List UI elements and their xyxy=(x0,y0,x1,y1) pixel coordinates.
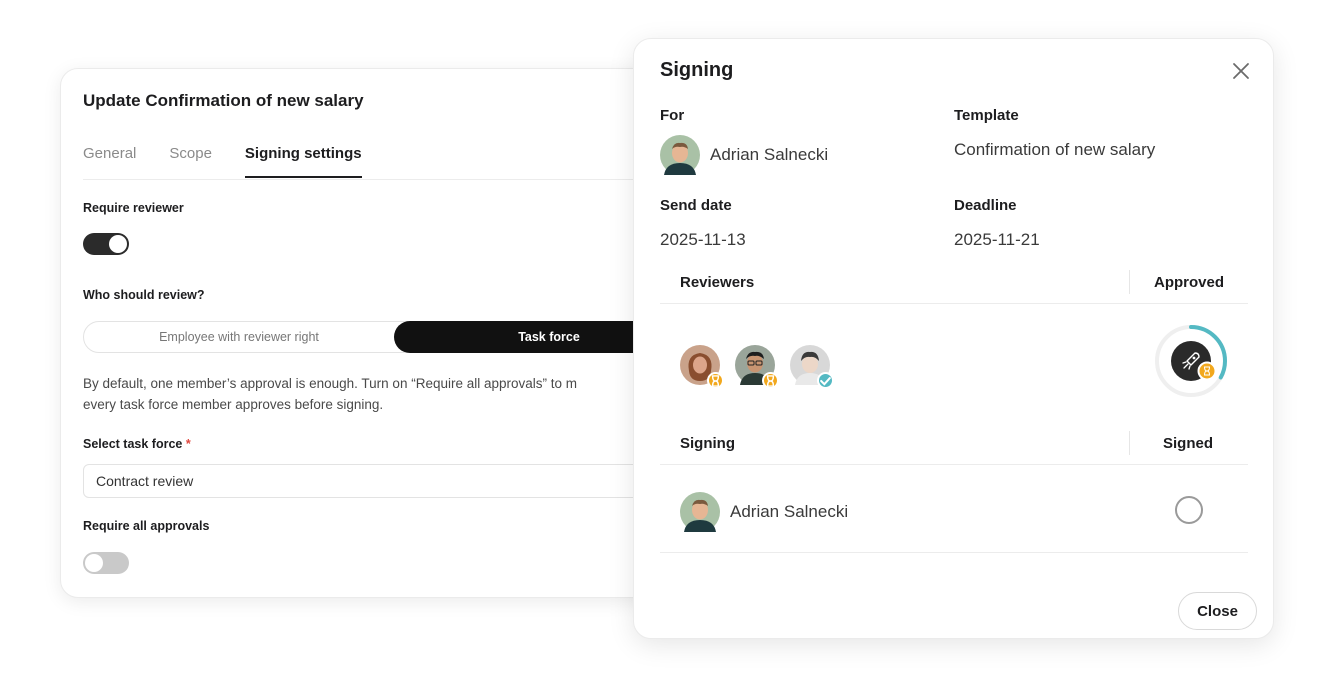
task-force-select[interactable]: Contract review xyxy=(83,464,699,498)
man-avatar-icon xyxy=(680,492,720,532)
for-person: Adrian Salnecki xyxy=(660,135,828,175)
avatar xyxy=(680,492,720,532)
reviewer-type-selector: Employee with reviewer right Task force xyxy=(83,321,699,353)
template-label: Template xyxy=(954,107,1019,124)
tab-signing-settings[interactable]: Signing settings xyxy=(244,145,362,178)
for-label: For xyxy=(660,107,685,124)
require-reviewer-toggle[interactable] xyxy=(83,233,129,255)
select-task-force-text: Select task force xyxy=(83,437,183,451)
select-task-force-label: Select task force * xyxy=(83,437,191,451)
tab-bar: General Scope Signing settings xyxy=(83,145,362,178)
close-button[interactable]: Close xyxy=(1178,592,1257,630)
reviewer-avatar[interactable] xyxy=(680,345,724,389)
man-avatar-icon xyxy=(660,135,700,175)
reviewers-header: Reviewers xyxy=(680,274,755,291)
reviewer-avatar[interactable] xyxy=(735,345,779,389)
helper-text: By default, one member’s approval is eno… xyxy=(83,373,663,415)
signed-header: Signed xyxy=(1163,435,1214,452)
task-force-value: Contract review xyxy=(96,473,194,489)
required-marker: * xyxy=(185,437,191,451)
send-date-value: 2025-11-13 xyxy=(660,230,746,249)
helper-line-1: By default, one member’s approval is eno… xyxy=(83,376,578,391)
update-settings-card: Update Confirmation of new salary Genera… xyxy=(60,68,700,598)
pending-badge-icon xyxy=(762,372,779,389)
signing-table-header: Signing Signed xyxy=(660,425,1248,465)
for-person-name: Adrian Salnecki xyxy=(710,145,829,164)
tabs-divider xyxy=(83,179,699,180)
toggle-knob xyxy=(85,554,103,572)
tab-general[interactable]: General xyxy=(83,145,136,178)
avatar xyxy=(660,135,700,175)
card-title: Update Confirmation of new salary xyxy=(83,91,364,110)
reviewers-table-header: Reviewers Approved xyxy=(660,264,1248,304)
deadline-label: Deadline xyxy=(954,197,1017,214)
approved-badge-icon xyxy=(817,372,834,389)
option-employee-reviewer[interactable]: Employee with reviewer right xyxy=(84,321,394,353)
header-separator xyxy=(1129,270,1130,294)
approved-header: Approved xyxy=(1154,274,1225,291)
toggle-knob xyxy=(109,235,127,253)
require-all-approvals-toggle[interactable] xyxy=(83,552,129,574)
signed-status-checkbox[interactable] xyxy=(1175,496,1203,524)
reviewer-avatar[interactable] xyxy=(790,345,834,389)
template-value: Confirmation of new salary xyxy=(954,140,1156,159)
signing-header: Signing xyxy=(680,435,735,452)
require-all-approvals-label: Require all approvals xyxy=(83,519,210,533)
close-icon[interactable] xyxy=(1231,61,1251,81)
who-should-review-label: Who should review? xyxy=(83,288,205,302)
require-reviewer-label: Require reviewer xyxy=(83,201,184,215)
signer-row: Adrian Salnecki xyxy=(680,492,848,532)
deadline-value: 2025-11-21 xyxy=(954,230,1040,249)
pending-badge-icon xyxy=(707,372,724,389)
send-date-label: Send date xyxy=(660,197,732,214)
modal-title: Signing xyxy=(660,59,734,81)
signer-name: Adrian Salnecki xyxy=(730,502,849,521)
approval-progress xyxy=(1153,323,1229,399)
tab-scope[interactable]: Scope xyxy=(169,145,212,178)
header-separator xyxy=(1129,431,1130,455)
helper-line-2: every task force member approves before … xyxy=(83,397,384,412)
signing-modal: Signing For Adrian Salnecki Template Con… xyxy=(633,38,1274,639)
row-divider xyxy=(660,552,1248,553)
reviewer-avatars xyxy=(680,345,834,389)
